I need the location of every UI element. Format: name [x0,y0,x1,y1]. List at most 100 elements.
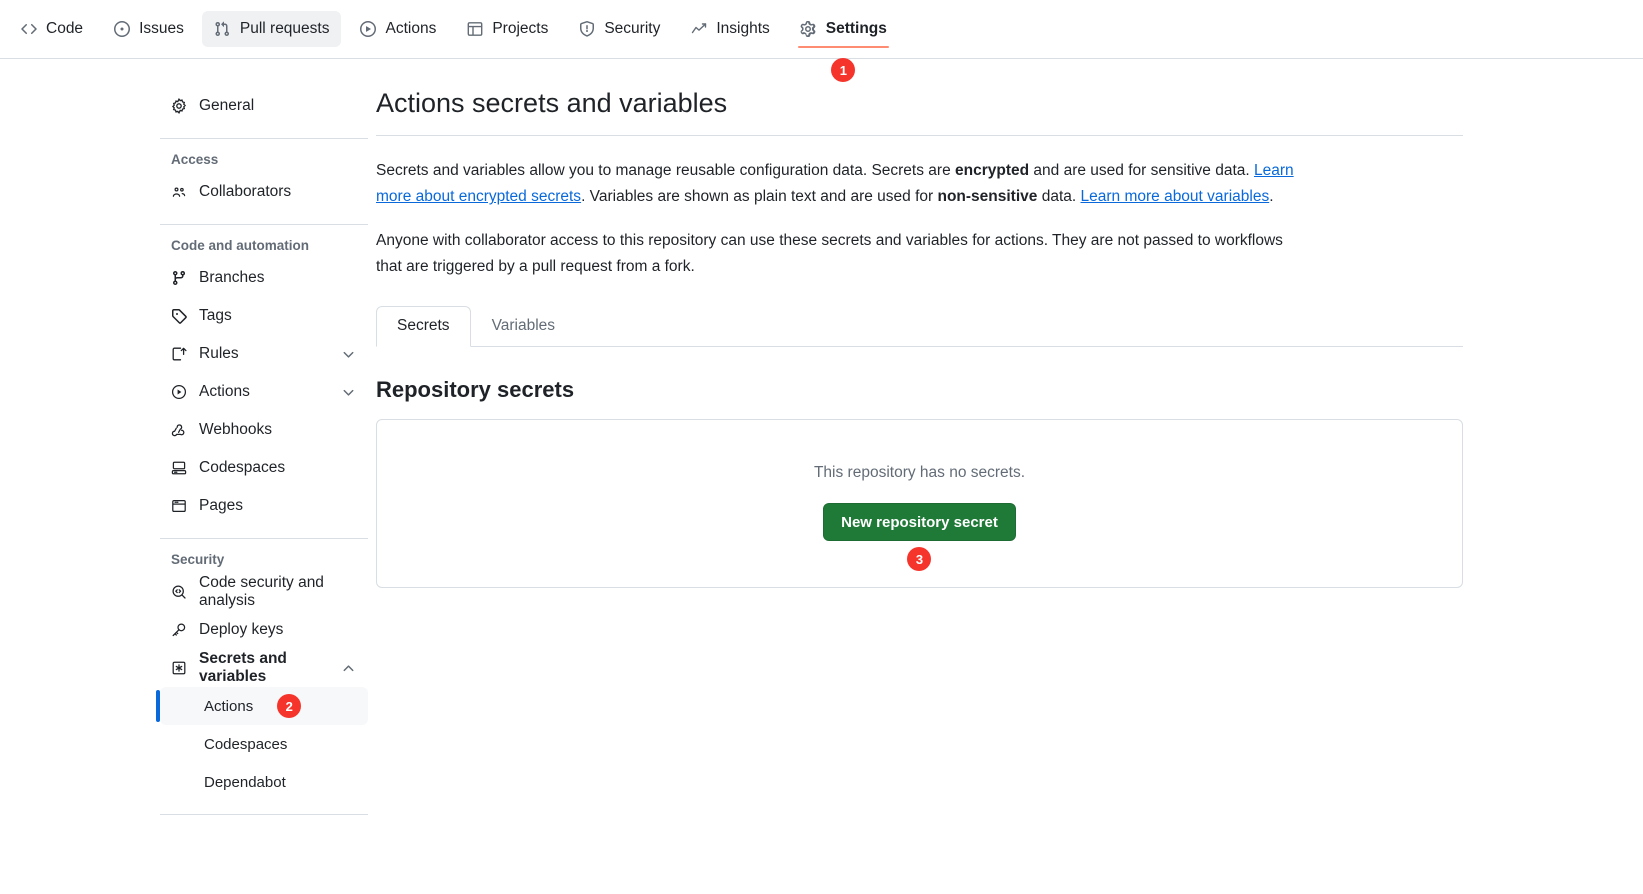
new-repository-secret-button[interactable]: New repository secret [823,503,1016,542]
rules-icon [170,346,187,363]
nav-item-actions[interactable]: Actions [347,11,448,47]
sidebar-item-label: Deploy keys [199,621,284,638]
key-icon [170,622,187,639]
nav-item-label: Security [604,20,661,37]
nav-item-label: Projects [492,20,549,37]
codescan-icon [170,584,187,601]
sidebar-item-deploy-keys[interactable]: Deploy keys [160,611,368,649]
para1-text-3: . Variables are shown as plain text and … [581,188,938,206]
nav-item-pull-requests[interactable]: Pull requests [201,11,342,47]
tab-variables[interactable]: Variables [471,306,576,347]
codespaces-icon [170,460,187,477]
code-icon [20,21,37,38]
sidebar-item-codespaces[interactable]: Codespaces [160,449,368,487]
tag-icon [170,308,187,325]
gear-icon [170,98,187,115]
sidebar-item-label: General [199,97,255,114]
nav-item-label: Pull requests [239,20,330,37]
chevron-down-icon[interactable] [340,384,356,400]
browser-icon [170,498,187,515]
nav-item-issues[interactable]: Issues [101,11,196,47]
sidebar-item-rules[interactable]: Rules [160,335,368,373]
nav-item-label: Issues [139,20,184,37]
sidebar-item-secrets-and-variables[interactable]: Secrets and variables [160,649,368,687]
sidebar-section-security: Security [171,552,225,567]
tab-secrets[interactable]: Secrets [376,306,471,348]
repository-nav: Code Issues Pull requests Actions Projec… [0,0,1643,82]
sidebar-divider [160,538,368,539]
sidebar-item-code-security-and-analysis[interactable]: Code security and analysis [160,573,368,611]
para1-bold-non-sensitive: non-sensitive [937,188,1038,206]
nav-item-insights[interactable]: Insights [678,11,781,47]
step-badge-2: 2 [277,694,302,718]
sidebar-item-actions[interactable]: Actions [160,373,368,411]
git-branch-icon [170,270,187,287]
title-divider [376,135,1463,137]
sidebar-subitem-actions[interactable]: Actions 2 [156,687,368,725]
sidebar-item-collaborators[interactable]: Collaborators [160,173,368,211]
sidebar-item-branches[interactable]: Branches [160,259,368,297]
sidebar-item-label: Code security and analysis [199,574,324,609]
sidebar-subitem-label: Codespaces [204,735,288,753]
para1-text-1: Secrets and variables allow you to manag… [376,162,956,180]
nav-item-code[interactable]: Code [8,11,95,47]
main-content: Actions secrets and variables Secrets an… [376,87,1643,894]
empty-state-message: This repository has no secrets. [813,464,1026,482]
sidebar-subitem-dependabot[interactable]: Dependabot [160,763,368,801]
intro-paragraph-1: Secrets and variables allow you to manag… [376,158,1296,210]
page-body: General Access Collaborators Code and au… [0,59,1643,894]
sidebar-item-label: Rules [199,345,239,362]
new-repository-secret-wrapper: New repository secret 3 [823,503,1016,572]
sidebar-section-access: Access [171,152,219,167]
sidebar-divider [160,814,368,815]
sidebar-item-label: Branches [199,269,265,286]
graph-icon [690,21,707,38]
repository-secrets-heading: Repository secrets [376,377,575,403]
para1-text-5: . [1269,188,1274,206]
sidebar-item-label: Codespaces [199,459,286,476]
table-icon [466,21,483,38]
sidebar-item-label: Tags [199,307,232,324]
asterisk-icon [170,660,187,677]
repository-secrets-empty-panel: This repository has no secrets. New repo… [376,419,1463,589]
sidebar-item-pages[interactable]: Pages [160,487,368,525]
sidebar-section-code-and-automation: Code and automation [171,238,309,253]
play-icon [170,384,187,401]
sidebar-item-label: Collaborators [199,183,292,200]
sidebar-item-webhooks[interactable]: Webhooks [160,411,368,449]
sidebar-item-label: Webhooks [199,421,272,438]
sidebar-divider [160,138,368,139]
sidebar-item-tags[interactable]: Tags [160,297,368,335]
sidebar-subitem-label: Dependabot [204,773,286,791]
gear-icon [800,21,817,38]
para1-text-2: and are used for sensitive data. [1029,162,1254,180]
step-badge-1: 1 [831,58,856,82]
sidebar-item-label: Secrets and variables [199,650,287,685]
step-badge-3: 3 [907,547,932,572]
para1-text-4: data. [1037,188,1081,206]
link-learn-more-about-variables[interactable]: Learn more about variables [1081,188,1270,205]
nav-item-label: Settings [825,20,887,37]
chevron-up-icon[interactable] [340,660,356,676]
git-pull-request-icon [214,21,231,38]
shield-icon [578,21,595,38]
sidebar-divider [160,224,368,225]
nav-item-security[interactable]: Security [566,11,672,47]
chevron-down-icon[interactable] [340,346,356,362]
settings-sidebar: General Access Collaborators Code and au… [0,87,376,894]
sidebar-subitem-codespaces[interactable]: Codespaces [160,725,368,763]
intro-paragraph-2: Anyone with collaborator access to this … [376,232,1283,276]
page-title: Actions secrets and variables [376,88,728,118]
active-tab-underline [797,46,889,48]
sidebar-subitem-label: Actions [204,697,254,715]
sidebar-item-general[interactable]: General [160,87,368,125]
webhook-icon [170,422,187,439]
nav-item-settings[interactable]: Settings 1 [788,11,899,82]
sidebar-item-label: Pages [199,497,243,514]
nav-item-label: Insights [716,20,770,37]
play-icon [359,21,376,38]
nav-item-projects[interactable]: Projects [454,11,560,47]
nav-item-label: Actions [385,20,437,37]
secrets-variables-tablist: Secrets Variables [376,306,1463,348]
issue-opened-icon [113,21,130,38]
